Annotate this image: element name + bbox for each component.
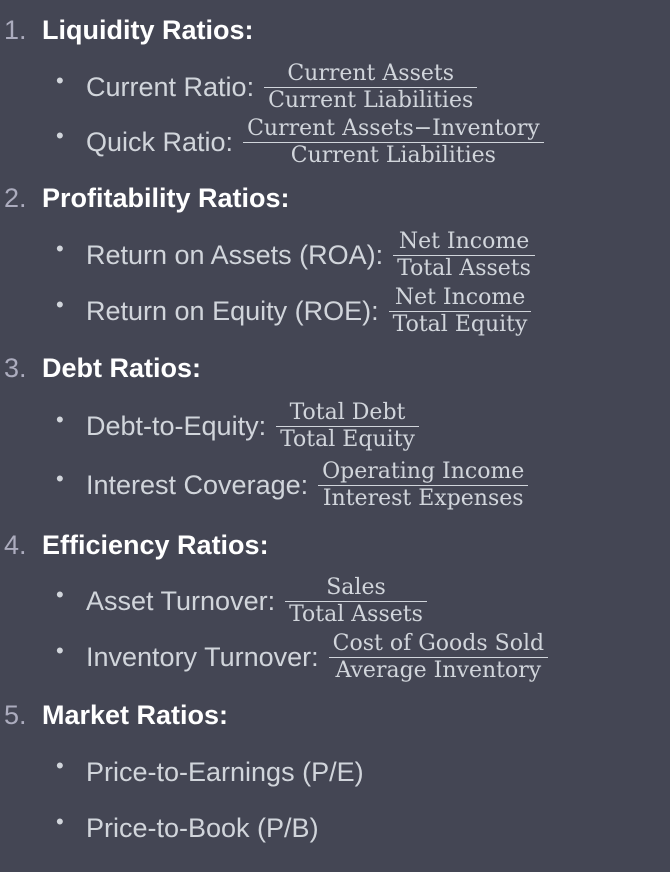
- ratio-label: Debt-to-Equity:: [86, 410, 267, 441]
- section-title: Market Ratios:: [42, 699, 229, 730]
- section-profitability: 2. Profitability Ratios:: [0, 178, 670, 218]
- formula-numerator: Current Assets: [287, 60, 455, 86]
- section-efficiency: 4. Efficiency Ratios:: [0, 525, 670, 565]
- ratio-formula: Current Assets Current Liabilities: [264, 60, 478, 114]
- ratio-label: Price-to-Book (P/B): [86, 812, 319, 843]
- ratio-formula: Sales Total Assets: [285, 575, 427, 628]
- list-item-roa: • Return on Assets (ROA): Net Income Tot…: [56, 227, 535, 283]
- formula-numerator: Sales: [326, 574, 386, 600]
- list-item-debt-to-equity: • Debt-to-Equity: Total Debt Total Equit…: [56, 398, 419, 454]
- bullet-icon: •: [56, 123, 64, 148]
- list-item-quick-ratio: • Quick Ratio: Current Assets−Inventory …: [56, 114, 544, 170]
- section-title: Liquidity Ratios:: [42, 14, 254, 45]
- formula-numerator: Current Assets−Inventory: [247, 115, 540, 141]
- formula-denominator: Current Liabilities: [290, 142, 496, 168]
- bullet-icon: •: [56, 236, 64, 261]
- bullet-icon: •: [56, 407, 64, 432]
- formula-numerator: Net Income: [398, 228, 530, 254]
- list-item-price-to-book: • Price-to-Book (P/B): [56, 800, 319, 856]
- formula-numerator: Operating Income: [322, 458, 525, 484]
- section-number: 1.: [4, 14, 27, 45]
- section-heading: 5. Market Ratios:: [0, 695, 670, 735]
- list-item-price-to-earnings: • Price-to-Earnings (P/E): [56, 744, 364, 800]
- formula-numerator: Cost of Goods Sold: [332, 630, 545, 656]
- section-number: 4.: [4, 529, 27, 560]
- formula-denominator: Interest Expenses: [322, 485, 524, 511]
- section-number: 5.: [4, 699, 27, 730]
- bullet-icon: •: [56, 292, 64, 317]
- list-item-current-ratio: • Current Ratio: Current Assets Current …: [56, 59, 478, 115]
- list-item-roe: • Return on Equity (ROE): Net Income Tot…: [56, 283, 532, 339]
- ratio-label: Asset Turnover:: [86, 585, 276, 616]
- formula-denominator: Current Liabilities: [268, 87, 474, 113]
- section-number: 3.: [4, 352, 27, 383]
- ratio-formula: Total Debt Total Equity: [276, 400, 419, 453]
- ratio-label: Interest Coverage:: [86, 469, 309, 500]
- bullet-icon: •: [56, 68, 64, 93]
- ratio-label: Current Ratio:: [86, 71, 255, 102]
- ratio-label: Return on Equity (ROE):: [86, 295, 379, 326]
- section-number: 2.: [4, 182, 27, 213]
- ratio-label: Return on Assets (ROA):: [86, 239, 384, 270]
- formula-numerator: Net Income: [394, 284, 526, 310]
- ratio-formula: Cost of Goods Sold Average Inventory: [328, 630, 549, 684]
- ratio-formula: Net Income Total Assets: [393, 229, 535, 282]
- list-item-asset-turnover: • Asset Turnover: Sales Total Assets: [56, 573, 427, 629]
- ratios-list: 1. Liquidity Ratios: • Current Ratio: Cu…: [0, 0, 670, 872]
- list-item-interest-coverage: • Interest Coverage: Operating Income In…: [56, 457, 529, 513]
- formula-denominator: Total Equity: [280, 426, 415, 452]
- section-title: Profitability Ratios:: [42, 182, 290, 213]
- formula-numerator: Total Debt: [289, 399, 406, 425]
- ratio-formula: Net Income Total Equity: [388, 284, 532, 338]
- formula-denominator: Total Assets: [397, 255, 531, 281]
- section-heading: 2. Profitability Ratios:: [0, 178, 670, 218]
- section-title: Efficiency Ratios:: [42, 529, 269, 560]
- formula-denominator: Total Equity: [392, 311, 528, 337]
- bullet-icon: •: [56, 638, 64, 663]
- formula-denominator: Total Assets: [289, 601, 423, 627]
- ratio-label: Inventory Turnover:: [86, 641, 319, 672]
- bullet-icon: •: [56, 753, 64, 778]
- section-debt: 3. Debt Ratios:: [0, 348, 670, 388]
- bullet-icon: •: [56, 809, 64, 834]
- section-market: 5. Market Ratios:: [0, 695, 670, 735]
- ratio-formula: Current Assets−Inventory Current Liabili…: [243, 116, 544, 169]
- ratio-label: Price-to-Earnings (P/E): [86, 756, 364, 787]
- formula-denominator: Average Inventory: [335, 657, 542, 683]
- section-heading: 1. Liquidity Ratios:: [0, 10, 670, 50]
- ratio-label: Quick Ratio:: [86, 126, 234, 157]
- section-heading: 4. Efficiency Ratios:: [0, 525, 670, 565]
- bullet-icon: •: [56, 466, 64, 491]
- section-title: Debt Ratios:: [42, 352, 202, 383]
- bullet-icon: •: [56, 582, 64, 607]
- list-item-inventory-turnover: • Inventory Turnover: Cost of Goods Sold…: [56, 629, 549, 685]
- section-liquidity: 1. Liquidity Ratios:: [0, 10, 670, 50]
- section-heading: 3. Debt Ratios:: [0, 348, 670, 388]
- ratio-formula: Operating Income Interest Expenses: [318, 458, 529, 512]
